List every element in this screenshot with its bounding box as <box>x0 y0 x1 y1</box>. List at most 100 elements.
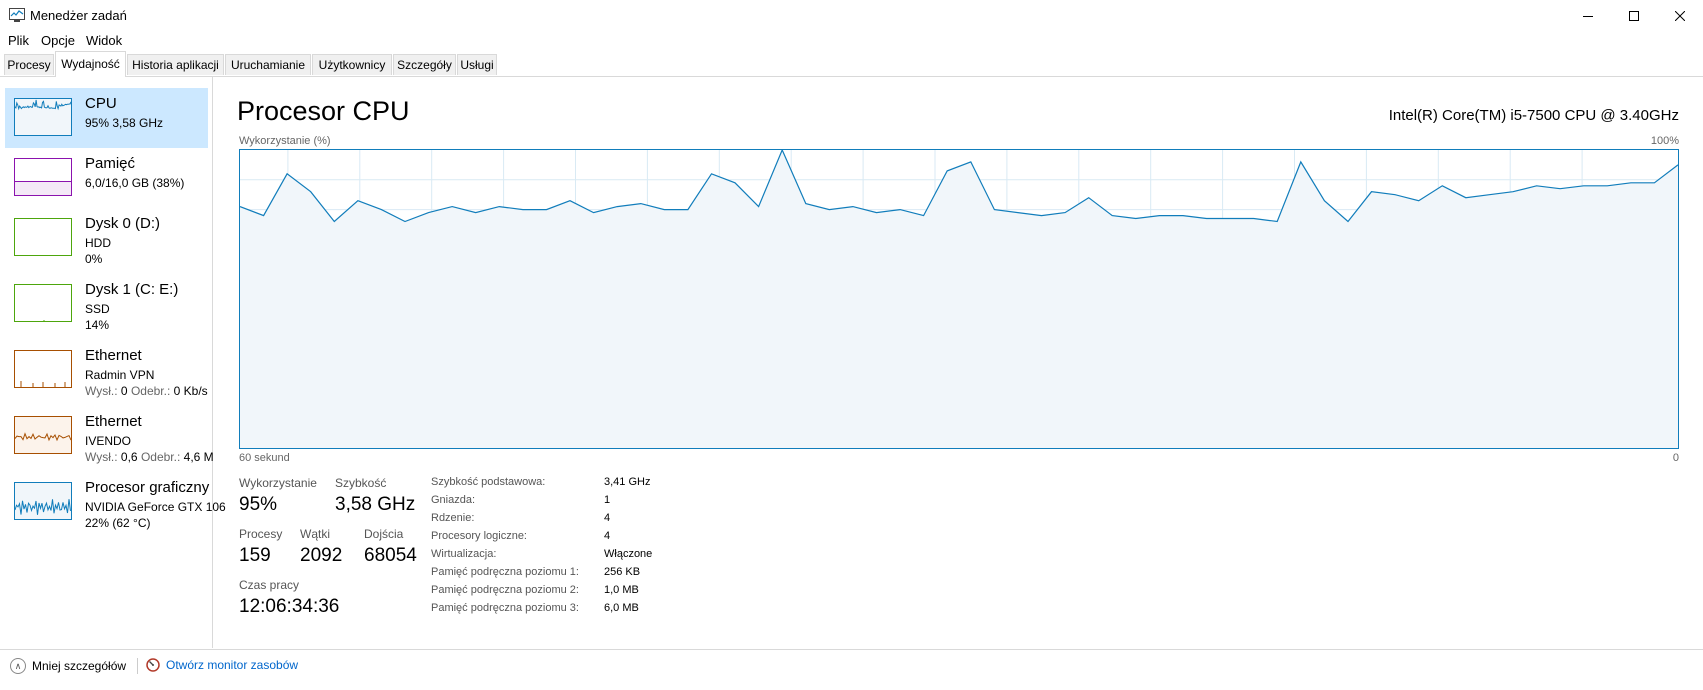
maximize-icon <box>1629 10 1639 21</box>
open-resource-monitor-link[interactable]: Otwórz monitor zasobów <box>146 658 298 672</box>
menu-options[interactable]: Opcje <box>41 33 75 48</box>
cpu-usage-area <box>240 150 1678 448</box>
sidebar-item-title: Pamięć <box>85 155 136 172</box>
uptime-label: Czas pracy <box>239 578 300 592</box>
sidebar-item-subtitle: IVENDO <box>85 434 132 448</box>
uptime-value: 12:06:34:36 <box>239 596 340 617</box>
memory-thumbnail <box>14 158 72 196</box>
memory-thumbnail-fill <box>15 181 71 195</box>
spec-key: Pamięć podręczna poziomu 2: <box>431 584 579 596</box>
tab-processes[interactable]: Procesy <box>4 54 54 75</box>
chart-max-label: 100% <box>1650 135 1679 147</box>
window-title: Menedżer zadań <box>30 8 127 23</box>
sidebar-item-throughput: Wysł.: 0 Odebr.: 0 Kb/s <box>85 384 208 398</box>
title-bar: Menedżer zadań <box>0 0 1703 31</box>
menu-bar: Plik Opcje Widok <box>0 31 1703 51</box>
disk-thumbnail-graph <box>43 320 45 321</box>
resource-monitor-icon <box>146 658 160 672</box>
sidebar-item-value: 0% <box>85 252 103 266</box>
sidebar-item-title: Ethernet <box>85 347 142 364</box>
gpu-thumbnail-line <box>15 499 71 515</box>
sidebar-item-subtitle: NVIDIA GeForce GTX 106 <box>85 500 226 514</box>
sidebar-item-subtitle: SSD <box>85 302 110 316</box>
tab-services[interactable]: Usługi <box>457 54 497 75</box>
tab-details[interactable]: Szczegóły <box>393 54 456 75</box>
send-value: 0,6 <box>120 450 138 464</box>
ethernet-thumbnail <box>14 416 72 454</box>
fewer-details-label: Mniej szczegółów <box>32 659 127 673</box>
cpu-thumbnail <box>14 98 72 136</box>
receive-value: 0 Kb/s <box>173 384 208 398</box>
sidebar-item-cpu[interactable]: CPU 95% 3,58 GHz <box>5 88 208 148</box>
tab-performance[interactable]: Wydajność <box>55 51 126 77</box>
spec-key: Gniazda: <box>431 494 476 506</box>
spec-value: 3,41 GHz <box>604 476 651 488</box>
tab-startup[interactable]: Uruchamianie <box>225 54 311 75</box>
spec-value: 6,0 MB <box>604 602 639 614</box>
close-button[interactable] <box>1657 0 1703 31</box>
receive-value: 4,6 M <box>183 450 214 464</box>
minimize-icon <box>1583 15 1593 17</box>
fewer-details-button[interactable]: ∧ Mniej szczegółów <box>10 658 126 674</box>
maximize-button[interactable] <box>1611 0 1657 31</box>
menu-file[interactable]: Plik <box>8 33 29 48</box>
sidebar-item-disk-0[interactable]: Dysk 0 (D:) HDD 0% <box>5 208 208 268</box>
footer: ∧ Mniej szczegółów Otwórz monitor zasobó… <box>0 649 1703 690</box>
spec-key: Szybkość podstawowa: <box>431 476 546 488</box>
sidebar: CPU 95% 3,58 GHz Pamięć 6,0/16,0 GB (38%… <box>0 77 226 648</box>
ethernet-thumbnail-line <box>15 432 71 442</box>
processes-label: Procesy <box>239 527 283 541</box>
sidebar-item-disk-1[interactable]: Dysk 1 (C: E:) SSD 14% <box>5 274 208 334</box>
send-label: Wysł.: <box>85 384 118 398</box>
tab-users[interactable]: Użytkownicy <box>312 54 392 75</box>
close-icon <box>1675 10 1685 21</box>
chart-min-label: 0 <box>1672 452 1679 464</box>
tab-app-history[interactable]: Historia aplikacji <box>127 54 224 75</box>
tab-strip: Procesy Wydajność Historia aplikacji Uru… <box>0 51 1703 77</box>
minimize-button[interactable] <box>1565 0 1611 31</box>
sidebar-item-title: Ethernet <box>85 413 142 430</box>
speed-value: 3,58 GHz <box>335 494 416 515</box>
open-resource-monitor-label: Otwórz monitor zasobów <box>166 658 299 672</box>
sidebar-item-throughput: Wysł.: 0,6 Odebr.: 4,6 M <box>85 450 214 464</box>
ethernet-thumbnail-graph <box>15 432 71 442</box>
footer-separator <box>137 658 138 674</box>
sidebar-item-title: CPU <box>85 95 117 112</box>
sidebar-item-ethernet-ivendo[interactable]: Ethernet IVENDO Wysł.: 0,6 Odebr.: 4,6 M <box>5 406 214 466</box>
menu-view[interactable]: Widok <box>86 33 122 48</box>
sidebar-item-title: Procesor graficzny <box>85 479 210 496</box>
chart-y-label: Wykorzystanie (%) <box>239 135 331 147</box>
receive-label: Odebr.: <box>130 384 171 398</box>
cpu-thumbnail-graph <box>15 99 71 111</box>
spec-key: Procesory logiczne: <box>431 530 527 542</box>
spec-value: 1 <box>604 494 611 506</box>
chart-time-label: 60 sekund <box>239 452 290 464</box>
receive-label: Odebr.: <box>140 450 181 464</box>
handles-label: Dojścia <box>364 527 404 541</box>
sidebar-item-subtitle: Radmin VPN <box>85 368 155 382</box>
speed-label: Szybkość <box>335 476 387 490</box>
sidebar-item-memory[interactable]: Pamięć 6,0/16,0 GB (38%) <box>5 148 208 208</box>
sidebar-item-subtitle: HDD <box>85 236 111 250</box>
sidebar-item-value: 14% <box>85 318 110 332</box>
utilization-value: 95% <box>239 494 278 515</box>
spec-key: Wirtualizacja: <box>431 548 497 560</box>
threads-value: 2092 <box>300 545 343 566</box>
sidebar-item-gpu[interactable]: Procesor graficzny NVIDIA GeForce GTX 10… <box>5 472 226 532</box>
gpu-thumbnail-graph <box>15 499 71 515</box>
spec-key: Pamięć podręczna poziomu 3: <box>431 602 579 614</box>
cpu-usage-graph <box>240 150 1678 448</box>
cpu-thumbnail-line <box>15 99 71 111</box>
disk-thumbnail <box>14 284 72 322</box>
sidebar-item-subtitle: 6,0/16,0 GB (38%) <box>85 176 185 190</box>
spec-value: 256 KB <box>604 566 641 578</box>
utilization-label: Wykorzystanie <box>239 476 317 490</box>
sidebar-item-subtitle: 95% 3,58 GHz <box>85 116 164 130</box>
disk-thumbnail <box>14 218 72 256</box>
chevron-up-icon: ∧ <box>10 658 26 674</box>
cpu-model-name: Intel(R) Core(TM) i5-7500 CPU @ 3.40GHz <box>1388 107 1679 124</box>
processes-value: 159 <box>239 545 271 566</box>
page-title: Procesor CPU <box>237 96 410 126</box>
sidebar-item-ethernet-radmin[interactable]: Ethernet Radmin VPN Wysł.: 0 Odebr.: 0 K… <box>5 340 208 400</box>
handles-value: 68054 <box>364 545 417 566</box>
